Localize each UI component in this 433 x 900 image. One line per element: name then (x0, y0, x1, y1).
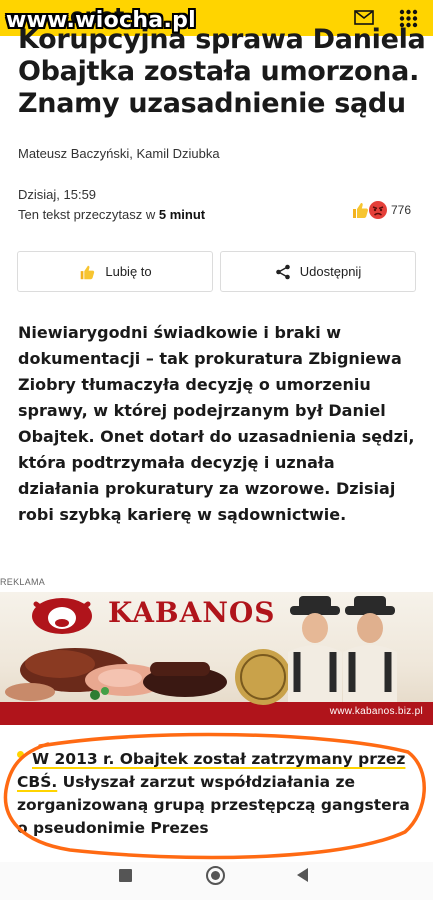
thumbs-up-icon (78, 263, 96, 281)
reactions-summary[interactable]: 776 (350, 200, 411, 220)
recent-apps-icon[interactable] (119, 869, 132, 882)
read-time-value: 5 minut (158, 207, 206, 222)
share-icon (275, 264, 291, 280)
angry-face-icon (369, 201, 387, 219)
read-time-prefix: Ten tekst przeczytasz w (18, 207, 156, 222)
read-time: Ten tekst przeczytasz w 5 minut (18, 207, 205, 222)
thumbs-up-icon (353, 203, 368, 218)
back-icon[interactable] (297, 868, 308, 882)
article-lead: Niewiarygodni świadkowie i braki w dokum… (18, 323, 415, 524)
bullet-dot (17, 751, 24, 758)
watermark: www.wiocha.pl (6, 8, 196, 33)
ad-brand: KABANOS (108, 596, 276, 629)
related-article[interactable]: W 2013 r. Obajtek został zatrzymany prze… (17, 748, 417, 840)
article-date: Dzisiaj, 15:59 (18, 187, 97, 202)
home-icon[interactable] (206, 866, 225, 885)
related-article-rest[interactable]: Usłyszał zarzut współdziałania ze zorgan… (17, 773, 410, 837)
mail-icon[interactable] (354, 10, 374, 25)
ad-label: REKLAMA (0, 577, 46, 587)
article-title: Korupcyjna sprawa Daniela Obajtka został… (18, 24, 426, 119)
ad-url[interactable]: www.kabanos.biz.pl (330, 706, 423, 717)
share-button[interactable]: Udostępnij (220, 251, 416, 292)
like-button[interactable]: Lubię to (17, 251, 213, 292)
share-button-label: Udostępnij (299, 264, 362, 279)
article-authors[interactable]: Mateusz Baczyński, Kamil Dziubka (18, 146, 220, 161)
ad-banner[interactable]: KABANOS www.kabanos.biz.pl (0, 592, 433, 725)
like-button-label: Lubię to (105, 264, 152, 279)
reactions-count: 776 (391, 203, 412, 217)
